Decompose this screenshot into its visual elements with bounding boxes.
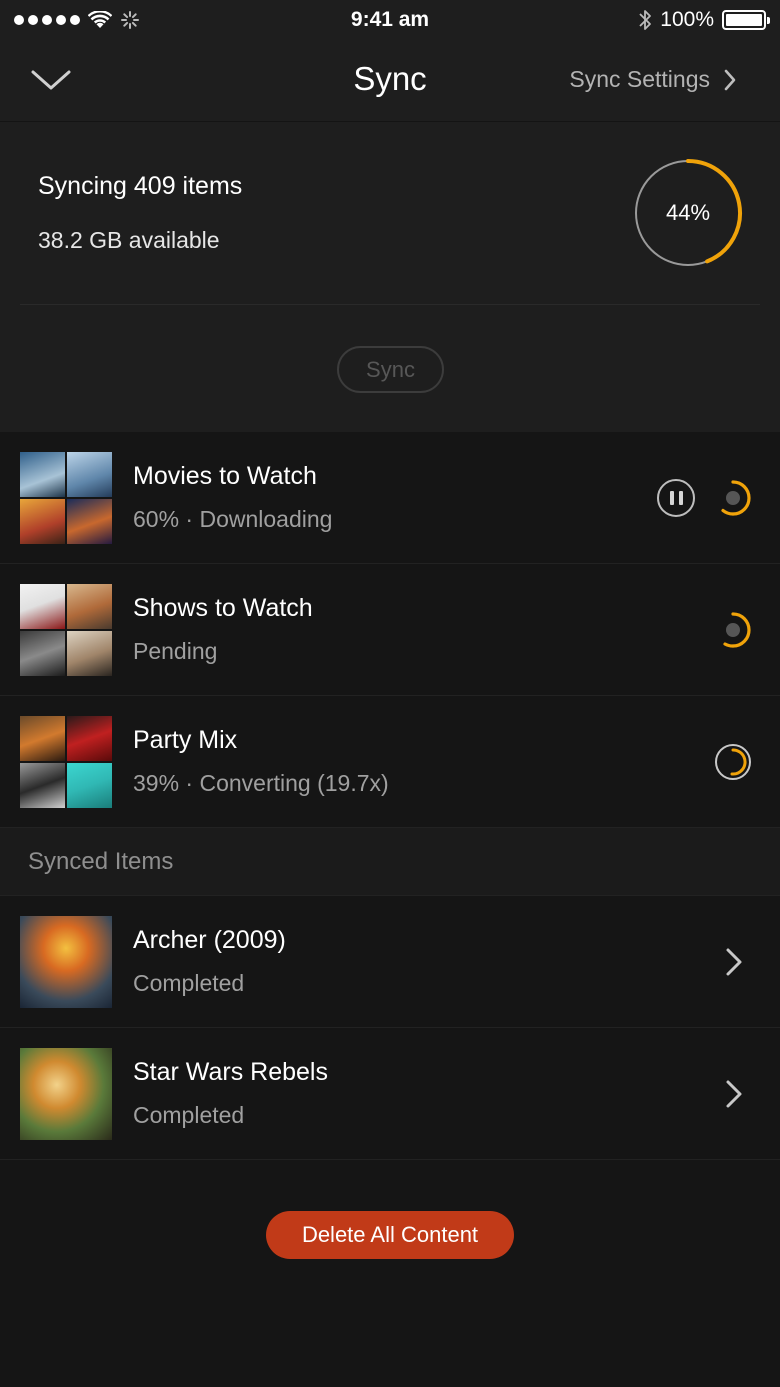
item-status: 60% · Downloading (133, 506, 333, 532)
sync-settings-label: Sync Settings (569, 66, 710, 92)
chevron-right-icon[interactable] (724, 946, 744, 978)
nav-bar: Sync Sync Settings (0, 40, 780, 122)
sync-button[interactable]: Sync (337, 346, 444, 393)
cell-signal-icon (14, 15, 80, 25)
show-thumbnail (20, 1048, 112, 1140)
poster-image (67, 499, 112, 544)
poster-image (20, 452, 65, 497)
album-art (20, 716, 65, 761)
list-item[interactable]: Party Mix 39% · Converting (19.7x) (0, 696, 780, 828)
list-item[interactable]: Movies to Watch 60% · Downloading (0, 432, 780, 564)
sync-settings-link[interactable]: Sync Settings (569, 66, 736, 93)
playlist-thumbnail (20, 584, 112, 676)
section-title: Synced Items (28, 848, 174, 875)
show-thumbnail (20, 916, 112, 1008)
poster-image (20, 584, 65, 629)
poster-image (20, 499, 65, 544)
battery-icon (722, 10, 770, 30)
item-status: 39% · Converting (19.7x) (133, 770, 389, 796)
item-status: Completed (133, 1102, 245, 1128)
overall-progress-label: 44% (665, 200, 711, 225)
synced-section-header: Synced Items (0, 828, 780, 896)
converting-progress-icon (715, 744, 751, 780)
syncing-count: Syncing 409 items (38, 172, 243, 200)
playlist-thumbnail (20, 452, 112, 544)
battery-percent: 100% (660, 8, 714, 31)
list-item[interactable]: Star Wars Rebels Completed (0, 1028, 780, 1160)
item-status: Pending (133, 638, 218, 664)
status-left (14, 10, 140, 30)
storage-available: 38.2 GB available (38, 227, 220, 253)
delete-all-button[interactable]: Delete All Content (266, 1211, 514, 1259)
poster-image (67, 584, 112, 629)
item-title: Shows to Watch (133, 594, 313, 622)
status-bar: 9:41 am 100% (0, 0, 780, 40)
divider (20, 304, 760, 305)
download-progress-icon (721, 480, 751, 516)
item-title: Star Wars Rebels (133, 1058, 328, 1086)
list-item[interactable]: Archer (2009) Completed (0, 896, 780, 1028)
activity-spinner-icon (121, 11, 139, 29)
poster-image (20, 916, 112, 1008)
chevron-right-icon (724, 69, 736, 90)
item-title: Movies to Watch (133, 462, 317, 490)
bluetooth-icon (639, 10, 652, 30)
poster-image (67, 631, 112, 676)
album-art (67, 763, 112, 808)
album-art (67, 716, 112, 761)
sync-summary: Syncing 409 items 38.2 GB available 44% … (0, 122, 780, 432)
item-title: Party Mix (133, 726, 238, 754)
list-item[interactable]: Shows to Watch Pending (0, 564, 780, 696)
album-art (20, 763, 65, 808)
wifi-icon (88, 11, 112, 28)
playlist-thumbnail (20, 716, 112, 808)
poster-image (67, 452, 112, 497)
chevron-right-icon[interactable] (724, 1078, 744, 1110)
item-title: Archer (2009) (133, 926, 286, 954)
status-right: 100% (638, 8, 770, 32)
pending-progress-icon (723, 612, 751, 648)
item-status: Completed (133, 970, 245, 996)
pause-button[interactable] (657, 479, 695, 517)
poster-image (20, 631, 65, 676)
poster-image (20, 1048, 112, 1140)
